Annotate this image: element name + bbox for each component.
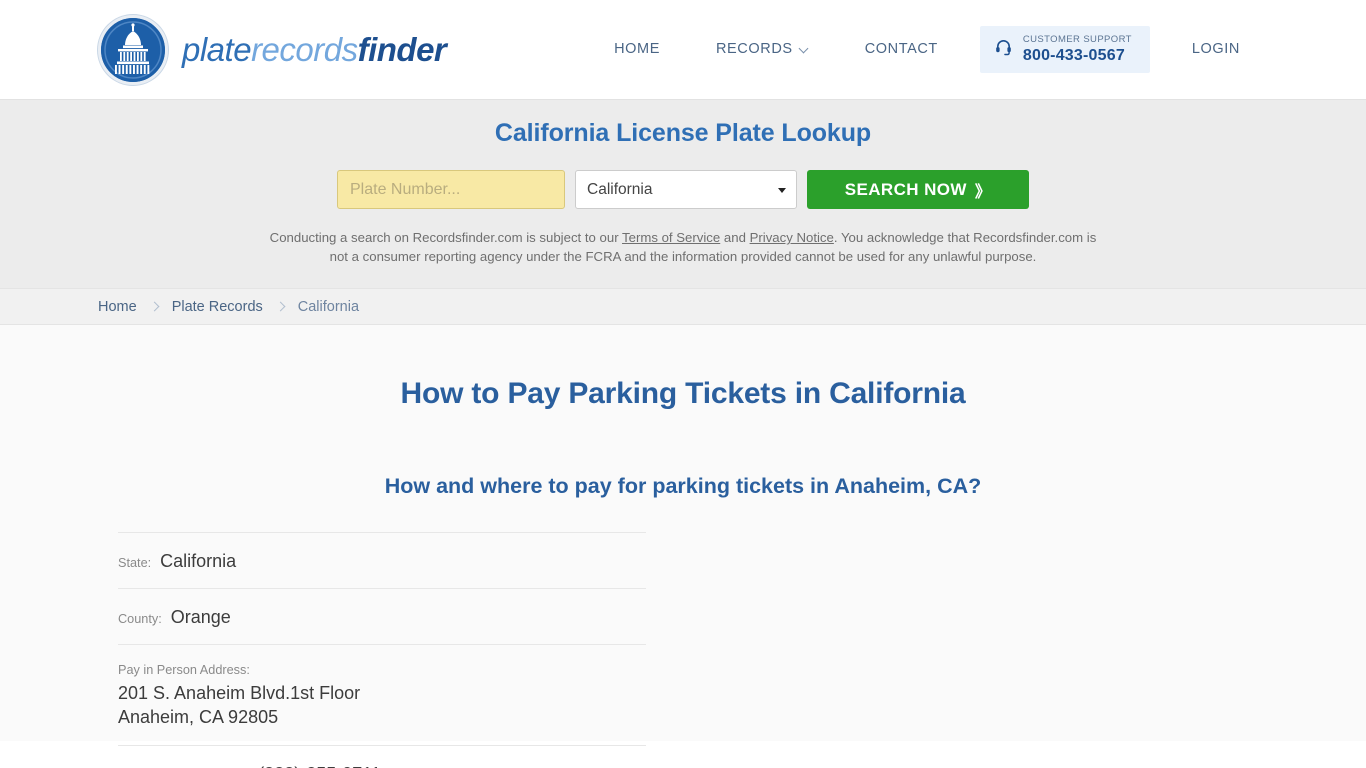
nav-item-contact[interactable]: CONTACT — [837, 41, 966, 57]
disclaimer-part-2: and — [720, 230, 750, 245]
page-subtitle: How and where to pay for parking tickets… — [384, 474, 982, 498]
breadcrumb-bar: Home Plate Records California — [0, 288, 1366, 325]
breadcrumb: Home Plate Records California — [98, 299, 359, 315]
detail-label-address: Pay in Person Address: — [118, 663, 250, 677]
state-select[interactable]: California — [575, 170, 797, 209]
detail-value-phone: (888)-255-9711 — [258, 764, 381, 768]
nav-label-login: LOGIN — [1191, 41, 1240, 58]
detail-label-county: County: — [118, 612, 162, 626]
brand-logo-link[interactable]: platerecordsfinder — [98, 14, 447, 85]
nav-item-records[interactable]: RECORDS — [688, 41, 837, 57]
search-button-label: SEARCH NOW — [844, 179, 967, 199]
table-row-phone: Pay by Phone Number: (888)-255-9711 — [118, 745, 646, 768]
payment-details-table: State: California County: Orange Pay in … — [118, 532, 646, 768]
disclaimer-part-1: Conducting a search on Recordsfinder.com… — [269, 230, 623, 245]
support-phone-number: 800-433-0567 — [1022, 46, 1125, 64]
nav-label-contact: CONTACT — [864, 41, 938, 58]
wordmark-records: records — [251, 31, 358, 68]
search-section-title: California License Plate Lookup — [494, 119, 872, 147]
nav-label-home: HOME — [614, 41, 660, 58]
plate-search-section: California License Plate Lookup Californ… — [0, 99, 1366, 288]
table-row-address: Pay in Person Address: 201 S. Anaheim Bl… — [118, 644, 646, 745]
wordmark-plate: plate — [182, 31, 252, 68]
plate-number-input[interactable] — [337, 170, 565, 209]
nav-item-home[interactable]: HOME — [586, 41, 688, 57]
breadcrumb-item-home[interactable]: Home — [98, 299, 137, 315]
detail-value-state: California — [160, 551, 237, 571]
support-text-block: CUSTOMER SUPPORT 800-433-0567 — [1023, 34, 1132, 65]
chevron-down-icon — [800, 45, 809, 54]
detail-value-address-line1: 201 S. Anaheim Blvd.1st Floor — [118, 683, 361, 703]
double-chevron-right-icon: 》 — [974, 183, 992, 201]
state-select-wrapper: California — [575, 170, 797, 209]
breadcrumb-separator-icon — [149, 301, 160, 312]
customer-support-badge[interactable]: CUSTOMER SUPPORT 800-433-0567 — [979, 26, 1150, 73]
table-row-county: County: Orange — [118, 588, 646, 644]
main-content: How to Pay Parking Tickets in California… — [0, 325, 1366, 768]
detail-value-address-line2: Anaheim, CA 92805 — [118, 707, 279, 727]
detail-value-county: Orange — [170, 607, 231, 627]
table-row-state: State: California — [118, 532, 646, 588]
page-title: How to Pay Parking Tickets in California — [400, 377, 966, 410]
search-now-button[interactable]: SEARCH NOW 》 — [807, 170, 1029, 209]
capitol-dome-icon — [98, 14, 168, 85]
terms-of-service-link[interactable]: Terms of Service — [622, 230, 720, 245]
headset-icon — [994, 37, 1013, 61]
breadcrumb-item-current: California — [297, 298, 360, 315]
support-label: CUSTOMER SUPPORT — [1022, 34, 1132, 46]
plate-search-form: California SEARCH NOW 》 — [0, 170, 1366, 209]
privacy-notice-link[interactable]: Privacy Notice — [750, 230, 834, 245]
nav-label-records: RECORDS — [715, 41, 793, 58]
breadcrumb-separator-icon — [275, 301, 286, 312]
wordmark-finder: finder — [357, 31, 447, 68]
search-disclaimer: Conducting a search on Recordsfinder.com… — [261, 229, 1106, 266]
brand-wordmark: platerecordsfinder — [182, 31, 447, 68]
main-navigation: HOME RECORDS CONTACT CUSTOMER SUPPORT 80… — [586, 26, 1268, 73]
site-header: platerecordsfinder HOME RECORDS CONTACT … — [0, 0, 1366, 99]
nav-item-login[interactable]: LOGIN — [1164, 41, 1268, 57]
breadcrumb-item-plate-records[interactable]: Plate Records — [172, 299, 263, 315]
detail-label-state: State: — [118, 556, 152, 570]
